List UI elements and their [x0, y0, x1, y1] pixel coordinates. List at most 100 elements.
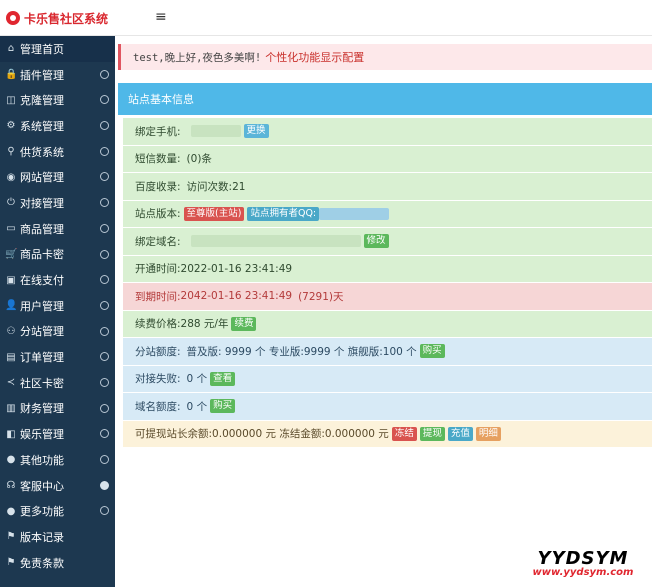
sidebar-item[interactable]: ◫ 克隆管理 — [0, 87, 115, 113]
lock-icon: 🔒 — [5, 69, 18, 81]
game-icon: ◧ — [6, 428, 16, 440]
redacted-domain — [190, 235, 361, 248]
modify-domain-button[interactable]: 修改 — [363, 234, 389, 249]
sidebar-item[interactable]: ● 更多功能 — [0, 498, 115, 524]
buy-domain-button[interactable]: 购买 — [210, 399, 236, 414]
row-quota: 分站额度: 普及版: 9999 个 专业版:9999 个 旗舰版:100 个 购… — [123, 338, 652, 366]
sidebar-item[interactable]: ▥ 财务管理 — [0, 396, 115, 422]
app-title: 卡乐售社区系统 — [24, 11, 109, 26]
greeting-text: test,晚上好,夜色多美啊! — [133, 51, 262, 64]
expand-icon[interactable] — [100, 300, 109, 310]
sidebar-item[interactable]: ⚑ 版本记录 — [0, 524, 115, 550]
sidebar-item-label: 客服中心 — [20, 479, 64, 493]
tag-icon: ⚑ — [6, 531, 16, 543]
buy-quota-button[interactable]: 购买 — [419, 344, 445, 359]
sidebar-item[interactable]: ▭ 商品管理 — [0, 216, 115, 242]
custom-config-link[interactable]: 个性化功能显示配置 — [265, 49, 364, 65]
sidebar-item-label: 娱乐管理 — [20, 428, 64, 442]
expand-icon[interactable] — [100, 172, 109, 182]
expand-icon[interactable] — [100, 249, 109, 259]
expand-icon[interactable] — [100, 377, 109, 387]
sidebar-item[interactable]: ≺ 社区卡密 — [0, 370, 115, 396]
sidebar-item-label: 其他功能 — [20, 453, 64, 467]
sidebar-item[interactable]: ▣ 在线支付 — [0, 267, 115, 293]
renew-label: 续费价格: — [135, 318, 181, 331]
sidebar-item[interactable]: ⚙ 系统管理 — [0, 113, 115, 139]
expire-label: 到期时间: — [135, 290, 181, 303]
sidebar-item-label: 商品卡密 — [20, 248, 64, 262]
sidebar-item[interactable]: ▤ 订单管理 — [0, 344, 115, 370]
recharge-button[interactable]: 充值 — [447, 426, 473, 441]
sidebar-item[interactable]: 👤 用户管理 — [0, 293, 115, 319]
domain-quota-label: 域名额度: — [135, 400, 181, 413]
version-badge: 至尊版(主站) — [183, 206, 245, 221]
expand-icon[interactable] — [100, 403, 109, 413]
brand[interactable]: 卡乐售社区系统 — [0, 0, 118, 36]
sidebar-item[interactable]: ● 其他功能 — [0, 447, 115, 473]
balance-value: 0.000000 元 冻结金额:0.000000 元 — [212, 428, 389, 441]
expand-icon[interactable] — [100, 429, 109, 439]
sidebar-item[interactable]: ⚑ 免责条款 — [0, 550, 115, 576]
row-domain-quota: 域名额度: 0 个 购买 — [123, 393, 652, 421]
details-button[interactable]: 明细 — [475, 426, 501, 441]
site-info-list: 绑定手机: 更换 短信数量: (0)条 百度收录: 访问次数:21 站点版本: … — [123, 118, 652, 448]
globe-icon: ◉ — [6, 171, 16, 183]
domain-quota-value: 0 个 — [186, 400, 208, 413]
redacted-phone — [190, 125, 241, 138]
gear-icon: ⚙ — [6, 120, 16, 132]
sidebar-item-label: 社区卡密 — [20, 376, 64, 390]
view-dock-fail-button[interactable]: 查看 — [210, 371, 236, 386]
sidebar-item[interactable]: ◉ 网站管理 — [0, 164, 115, 190]
sidebar-item[interactable]: ⌂ 管理首页 — [0, 36, 115, 62]
expand-icon[interactable] — [100, 69, 109, 79]
menu-toggle-icon[interactable]: ≡ — [155, 9, 167, 25]
version-label: 站点版本: — [135, 208, 181, 221]
sidebar-item[interactable]: 🛒 商品卡密 — [0, 242, 115, 268]
sidebar-item[interactable]: ◧ 娱乐管理 — [0, 421, 115, 447]
dock-fail-label: 对接失败: — [135, 373, 181, 386]
row-bind-phone: 绑定手机: 更换 — [123, 118, 652, 146]
sidebar-item[interactable]: ⏻ 对接管理 — [0, 190, 115, 216]
tag-icon: ⚑ — [6, 557, 16, 569]
domain-label: 绑定域名: — [135, 235, 181, 248]
redacted-qq — [319, 207, 390, 220]
open-time-value: 2022-01-16 23:41:49 — [180, 262, 293, 275]
expand-icon[interactable] — [100, 506, 109, 516]
sidebar-item-label: 免责条款 — [20, 556, 64, 570]
freeze-button[interactable]: 冻结 — [391, 426, 417, 441]
expand-icon[interactable] — [100, 455, 109, 464]
expire-value: 2042-01-16 23:41:49 — [180, 290, 293, 303]
sidebar-item-label: 插件管理 — [20, 68, 64, 82]
home-icon: ⌂ — [7, 43, 15, 55]
expand-icon[interactable] — [100, 95, 109, 105]
bind-phone-label: 绑定手机: — [135, 125, 181, 138]
expand-icon[interactable] — [100, 223, 109, 233]
sidebar-item-label: 分站管理 — [20, 325, 64, 339]
row-expire: 到期时间: 2042-01-16 23:41:49 (7291)天 — [123, 283, 652, 311]
expire-days: (7291)天 — [298, 290, 344, 303]
sms-label: 短信数量: — [135, 153, 181, 166]
owner-qq-badge: 站点拥有者QQ: — [247, 206, 320, 221]
watermark: YYDSYM www.yydsym.com — [518, 548, 648, 578]
sidebar-item[interactable]: 🔒 插件管理 — [0, 62, 115, 88]
sidebar-item[interactable]: ☊ 客服中心 — [0, 473, 115, 499]
watermark-url: www.yydsym.com — [532, 567, 634, 578]
expand-icon[interactable] — [100, 198, 109, 208]
withdraw-button[interactable]: 提现 — [419, 426, 445, 441]
logo-icon — [6, 11, 20, 25]
expand-icon[interactable] — [100, 326, 109, 336]
renew-value: 288 元/年 — [180, 318, 229, 331]
expand-icon[interactable] — [100, 121, 109, 131]
sidebar-item[interactable]: ⚲ 供货系统 — [0, 139, 115, 165]
sidebar-item[interactable]: ⚇ 分站管理 — [0, 319, 115, 345]
sidebar-item-label: 财务管理 — [20, 402, 64, 416]
expand-icon[interactable] — [100, 146, 109, 156]
expand-icon[interactable] — [100, 275, 109, 285]
sitemap-icon: ⚇ — [6, 325, 16, 337]
renew-button[interactable]: 续费 — [231, 316, 257, 331]
expand-icon[interactable] — [100, 352, 109, 362]
change-phone-button[interactable]: 更换 — [243, 124, 269, 139]
expand-icon[interactable] — [100, 480, 109, 490]
main-content: test,晚上好,夜色多美啊! 个性化功能显示配置 站点基本信息 绑定手机: 更… — [115, 36, 652, 587]
row-renew: 续费价格: 288 元/年 续费 — [123, 310, 652, 338]
